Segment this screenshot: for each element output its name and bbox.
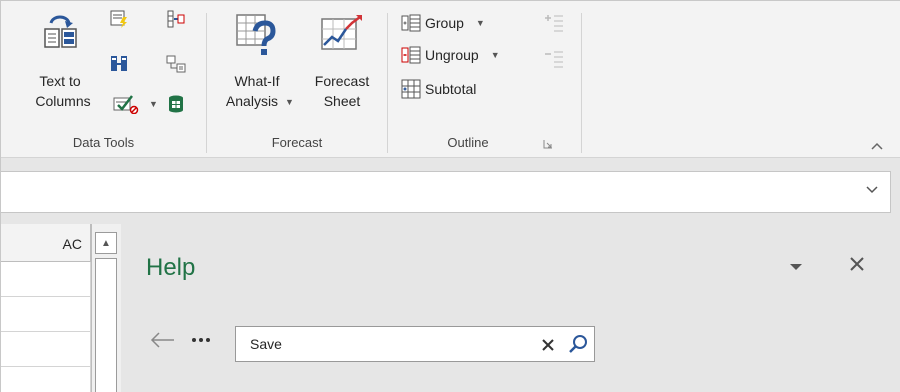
group-label-data-tools: Data Tools bbox=[72, 135, 135, 150]
data-validation-dropdown-icon[interactable]: ▼ bbox=[149, 99, 158, 109]
formula-bar[interactable] bbox=[1, 171, 891, 213]
ungroup-dropdown-icon: ▼ bbox=[490, 50, 500, 60]
relationships-icon[interactable] bbox=[166, 54, 186, 74]
group-button[interactable]: Group ▼ bbox=[401, 11, 485, 35]
window-frame: Text to Columns ▼ Data Tools What-If Ana… bbox=[0, 0, 900, 392]
group-label: Group bbox=[425, 15, 464, 31]
pane-options-icon[interactable] bbox=[789, 258, 803, 274]
close-icon[interactable] bbox=[849, 252, 865, 278]
group-icon bbox=[401, 14, 421, 32]
group-label-outline: Outline bbox=[447, 135, 489, 150]
group-forecast: What-If Analysis ▼ Forecast Sheet Foreca… bbox=[207, 1, 387, 158]
data-validation-icon[interactable] bbox=[113, 94, 141, 114]
what-if-label-2: Analysis bbox=[225, 93, 279, 109]
hide-detail-icon[interactable] bbox=[544, 49, 564, 69]
vertical-scrollbar[interactable]: ▲ bbox=[91, 224, 121, 392]
forecast-sheet-button[interactable]: Forecast Sheet bbox=[302, 9, 382, 129]
scroll-up-icon[interactable]: ▲ bbox=[95, 232, 117, 254]
subtotal-label: Subtotal bbox=[425, 81, 477, 97]
worksheet-grid: AC ▲ bbox=[1, 224, 121, 392]
manage-data-model-icon[interactable] bbox=[166, 94, 186, 114]
what-if-icon bbox=[236, 14, 276, 55]
group-label-forecast: Forecast bbox=[271, 135, 323, 150]
group-outline: Group ▼ Ungroup ▼ Subtotal Outline bbox=[388, 1, 578, 158]
column-header-ac[interactable]: AC bbox=[1, 224, 91, 262]
flash-fill-icon[interactable] bbox=[109, 9, 129, 29]
what-if-dropdown-icon: ▼ bbox=[285, 97, 294, 107]
collapse-ribbon-icon[interactable] bbox=[871, 139, 883, 153]
forecast-sheet-label-2: Sheet bbox=[323, 93, 361, 109]
subtotal-icon bbox=[401, 79, 421, 99]
back-arrow-icon[interactable] bbox=[149, 328, 175, 354]
expand-formula-bar-icon[interactable] bbox=[866, 183, 878, 197]
forecast-sheet-label-1: Forecast bbox=[314, 73, 370, 89]
clear-search-icon[interactable] bbox=[542, 333, 554, 356]
forecast-sheet-icon bbox=[321, 15, 362, 50]
group-dropdown-icon: ▼ bbox=[475, 18, 485, 28]
grid-cells[interactable] bbox=[1, 262, 91, 392]
show-detail-icon[interactable] bbox=[544, 13, 564, 33]
consolidate-icon[interactable] bbox=[166, 9, 186, 29]
help-search-input[interactable] bbox=[250, 336, 510, 352]
what-if-label-1: What-If bbox=[234, 73, 280, 89]
ungroup-label: Ungroup bbox=[425, 47, 479, 63]
remove-duplicates-icon[interactable] bbox=[109, 54, 129, 74]
help-search-box bbox=[235, 326, 595, 362]
help-pane: Help bbox=[121, 224, 900, 392]
text-to-columns-icon bbox=[44, 15, 77, 48]
text-to-columns-button[interactable]: Text to Columns bbox=[23, 9, 103, 129]
ungroup-button[interactable]: Ungroup ▼ bbox=[401, 43, 500, 67]
group-data-tools: Text to Columns ▼ Data Tools bbox=[1, 1, 206, 158]
scroll-thumb[interactable] bbox=[95, 258, 117, 392]
search-icon[interactable] bbox=[568, 334, 588, 359]
formula-bar-area bbox=[1, 158, 900, 224]
subtotal-button[interactable]: Subtotal bbox=[401, 77, 476, 101]
more-icon[interactable] bbox=[191, 330, 211, 348]
what-if-analysis-button[interactable]: What-If Analysis ▼ bbox=[215, 9, 299, 129]
help-pane-title: Help bbox=[146, 254, 196, 281]
ribbon: Text to Columns ▼ Data Tools What-If Ana… bbox=[1, 1, 900, 158]
text-to-columns-label-1: Text to bbox=[39, 73, 81, 89]
text-to-columns-label-2: Columns bbox=[35, 93, 91, 109]
ungroup-icon bbox=[401, 46, 421, 64]
outline-dialog-launcher-icon[interactable] bbox=[543, 139, 553, 149]
group-separator bbox=[581, 13, 582, 153]
